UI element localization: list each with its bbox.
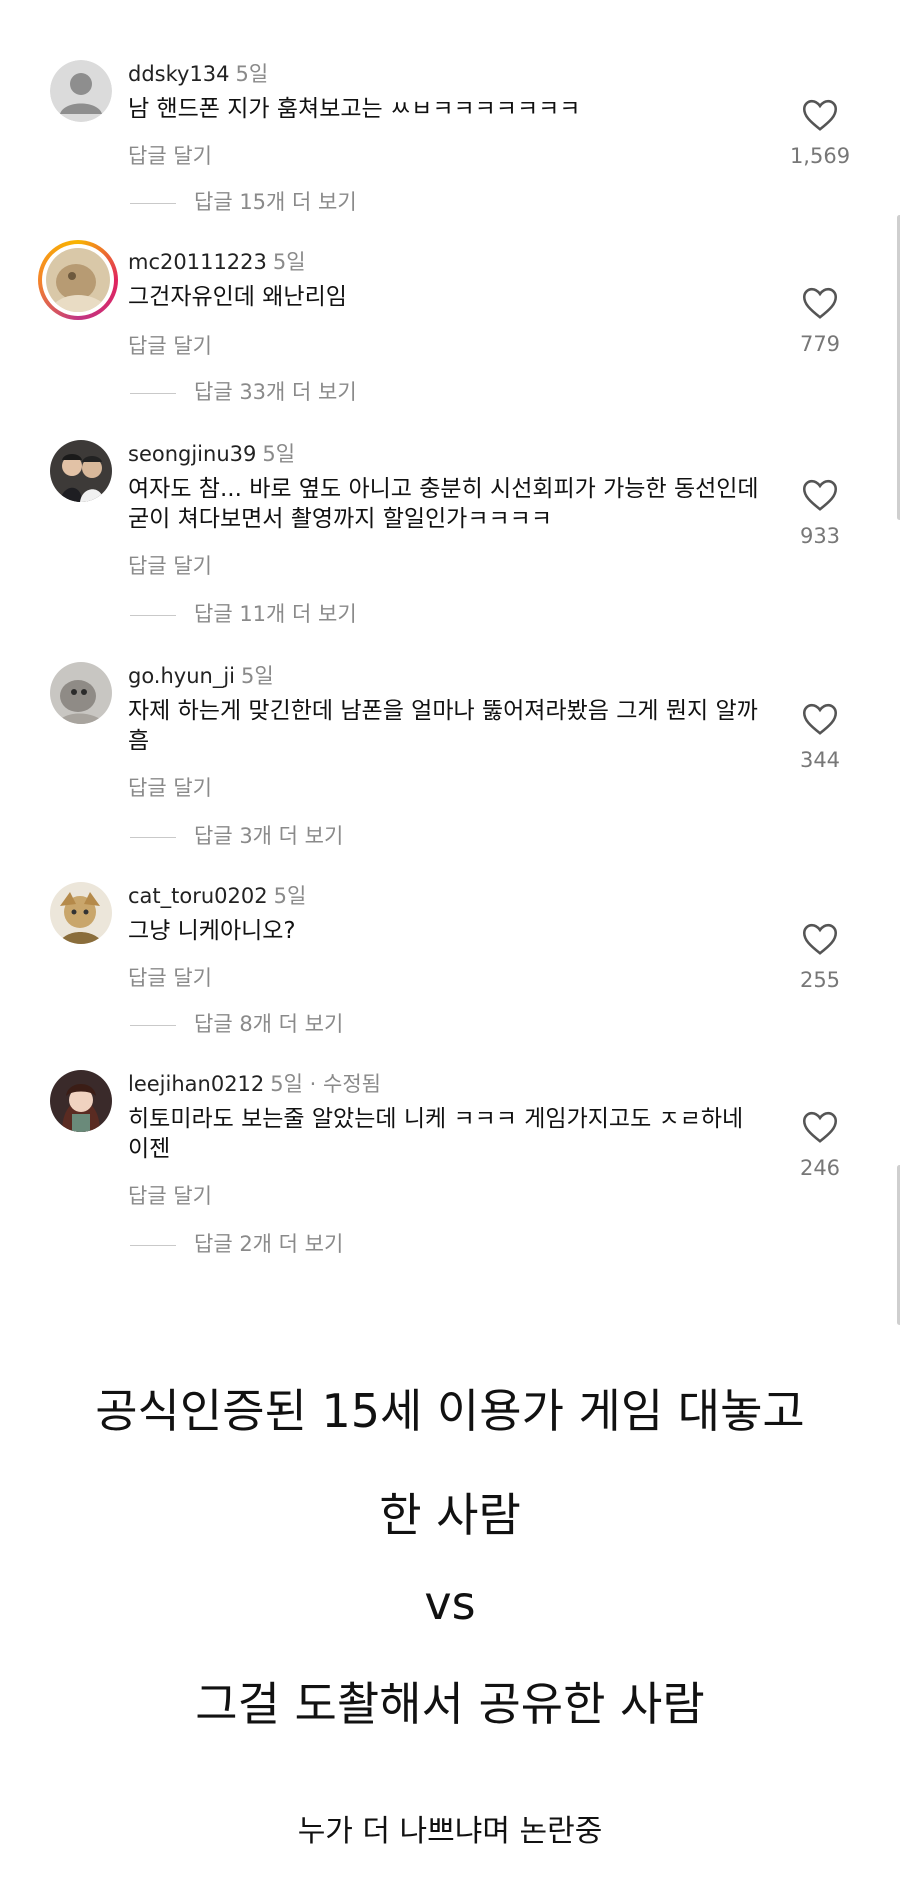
comment-time: 5일: [273, 884, 307, 908]
reply-button[interactable]: 답글 달기: [128, 330, 212, 360]
reply-button[interactable]: 답글 달기: [128, 550, 212, 580]
comment-username[interactable]: mc20111223: [128, 250, 267, 274]
view-more-replies-button[interactable]: 답글 3개 더 보기: [130, 820, 343, 850]
view-more-replies-button[interactable]: 답글 8개 더 보기: [130, 1008, 343, 1038]
heart-icon[interactable]: [802, 98, 838, 132]
caption-line-2: 한 사람: [379, 1488, 521, 1542]
reply-button[interactable]: 답글 달기: [128, 962, 212, 992]
heart-icon[interactable]: [802, 702, 838, 736]
comment-username[interactable]: seongjinu39: [128, 442, 256, 466]
like-count: 779: [799, 332, 841, 356]
story-ring-avatar[interactable]: [38, 240, 118, 320]
like-count: 344: [799, 748, 841, 772]
caption-footnote: 누가 더 나쁘냐며 논란중: [297, 1814, 603, 1849]
caption-title: 공식인증된 15세 이용가 게임 대놓고 한 사람: [0, 1378, 900, 1548]
photo-avatar[interactable]: [50, 882, 112, 944]
divider-line: [130, 1024, 176, 1026]
divider-line: [130, 614, 176, 616]
comment-time: 5일: [270, 1072, 303, 1096]
photo-avatar[interactable]: [50, 662, 112, 724]
reply-button[interactable]: 답글 달기: [128, 772, 212, 802]
photo-avatar[interactable]: [50, 1070, 112, 1132]
comment-text: 그건자유인데 왜난리임: [128, 284, 347, 310]
caption-line-1: 공식인증된 15세 이용가 게임 대놓고: [95, 1384, 805, 1438]
view-more-replies-button[interactable]: 답글 11개 더 보기: [130, 598, 357, 628]
photo-avatar[interactable]: [50, 440, 112, 502]
view-more-replies-button[interactable]: 답글 15개 더 보기: [130, 186, 357, 216]
comment-time: 5일: [262, 442, 296, 466]
comment-text: 남 핸드폰 지가 훔쳐보고는 ㅆㅂㅋㅋㅋㅋㅋㅋㅋ: [128, 96, 581, 122]
heart-icon[interactable]: [802, 1110, 838, 1144]
like-count: 1,569: [789, 144, 851, 168]
divider-line: [130, 202, 176, 204]
like-count: 246: [799, 1156, 841, 1180]
heart-icon[interactable]: [802, 286, 838, 320]
comment-time: 5일: [272, 250, 306, 274]
comment-text: 여자도 참... 바로 옆도 아니고 충분히 시선회피가 가능한 동선인데 굳이…: [128, 476, 759, 532]
comment-time: 5일: [241, 664, 274, 688]
like-count: 933: [799, 524, 841, 548]
view-more-replies-button[interactable]: 답글 33개 더 보기: [130, 376, 357, 406]
divider-line: [130, 1244, 176, 1246]
comment-text: 자제 하는게 맞긴한데 남폰을 얼마나 뚫어져라봤음 그게 뭔지 알까 흠: [128, 698, 758, 754]
caption-vs: vs: [424, 1576, 476, 1630]
reply-button[interactable]: 답글 달기: [128, 140, 212, 170]
heart-icon[interactable]: [802, 922, 838, 956]
comment-username[interactable]: ddsky134: [128, 62, 230, 86]
caption-line-3: 그걸 도촬해서 공유한 사람: [195, 1677, 705, 1731]
divider-line: [130, 392, 176, 394]
comment-username[interactable]: go.hyun_ji: [128, 664, 235, 688]
like-count: 255: [799, 968, 841, 992]
comment-username[interactable]: cat_toru0202: [128, 884, 268, 908]
comment-username[interactable]: leejihan0212: [128, 1072, 264, 1096]
default-user-icon[interactable]: [50, 60, 112, 122]
comment-edited: · 수정됨: [302, 1072, 381, 1096]
comment-text: 히토미라도 보는줄 알았는데 니케 ㅋㅋㅋ 게임가지고도 ㅈㄹ하네 이젠: [128, 1106, 744, 1162]
view-more-replies-button[interactable]: 답글 2개 더 보기: [130, 1228, 343, 1258]
comment-time: 5일: [235, 62, 269, 86]
heart-icon[interactable]: [802, 478, 838, 512]
comment-text: 그냥 니케아니오?: [128, 918, 296, 944]
reply-button[interactable]: 답글 달기: [128, 1180, 212, 1210]
divider-line: [130, 836, 176, 838]
